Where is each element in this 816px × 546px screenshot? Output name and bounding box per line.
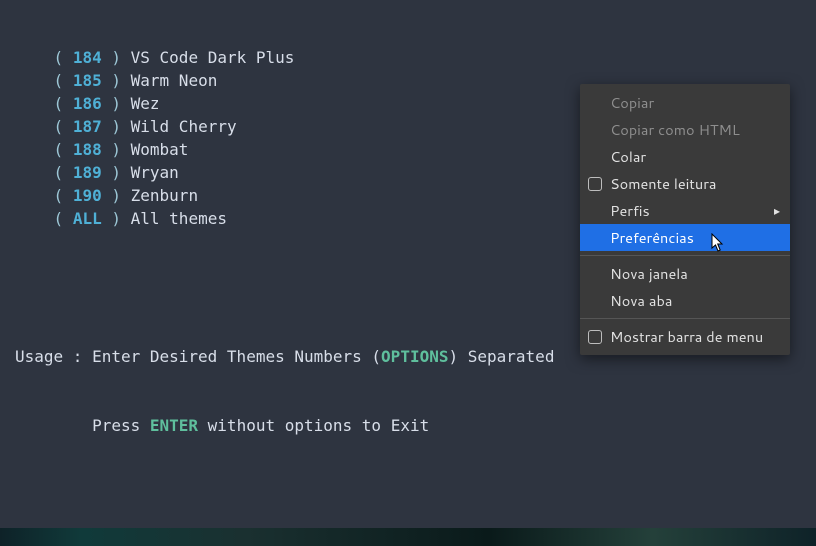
theme-name: All themes bbox=[131, 209, 227, 228]
checkbox-icon bbox=[588, 177, 602, 191]
menu-show-menubar[interactable]: Mostrar barra de menu bbox=[580, 323, 790, 350]
checkbox-icon bbox=[588, 330, 602, 344]
theme-index: ALL bbox=[73, 209, 102, 228]
chevron-right-icon: ▸ bbox=[774, 202, 780, 219]
theme-index: 185 bbox=[73, 71, 102, 90]
menu-preferences[interactable]: Preferências bbox=[580, 224, 790, 251]
menu-profiles[interactable]: Perfis▸ bbox=[580, 197, 790, 224]
theme-name: Zenburn bbox=[131, 186, 198, 205]
theme-index: 190 bbox=[73, 186, 102, 205]
menu-copy[interactable]: Copiar bbox=[580, 89, 790, 116]
enter-keyword: ENTER bbox=[150, 416, 198, 435]
menu-new-tab[interactable]: Nova aba bbox=[580, 287, 790, 314]
theme-index: 189 bbox=[73, 163, 102, 182]
theme-index: 187 bbox=[73, 117, 102, 136]
theme-index: 184 bbox=[73, 48, 102, 67]
menu-separator bbox=[580, 255, 790, 256]
theme-index: 186 bbox=[73, 94, 102, 113]
menu-copy-html[interactable]: Copiar como HTML bbox=[580, 116, 790, 143]
menu-readonly[interactable]: Somente leitura bbox=[580, 170, 790, 197]
menu-paste[interactable]: Colar bbox=[580, 143, 790, 170]
context-menu: Copiar Copiar como HTML Colar Somente le… bbox=[580, 84, 790, 355]
theme-name: Wild Cherry bbox=[131, 117, 237, 136]
menu-new-window[interactable]: Nova janela bbox=[580, 260, 790, 287]
theme-name: Wryan bbox=[131, 163, 179, 182]
theme-name: VS Code Dark Plus bbox=[131, 48, 295, 67]
theme-name: Wez bbox=[131, 94, 160, 113]
theme-list-item: ( 184 ) VS Code Dark Plus bbox=[15, 46, 801, 69]
menu-separator bbox=[580, 318, 790, 319]
theme-index: 188 bbox=[73, 140, 102, 159]
usage-line-2: Press ENTER without options to Exit bbox=[15, 414, 801, 437]
theme-name: Wombat bbox=[131, 140, 189, 159]
theme-name: Warm Neon bbox=[131, 71, 218, 90]
options-keyword: OPTIONS bbox=[381, 347, 448, 366]
desktop-wallpaper-strip bbox=[0, 528, 816, 546]
